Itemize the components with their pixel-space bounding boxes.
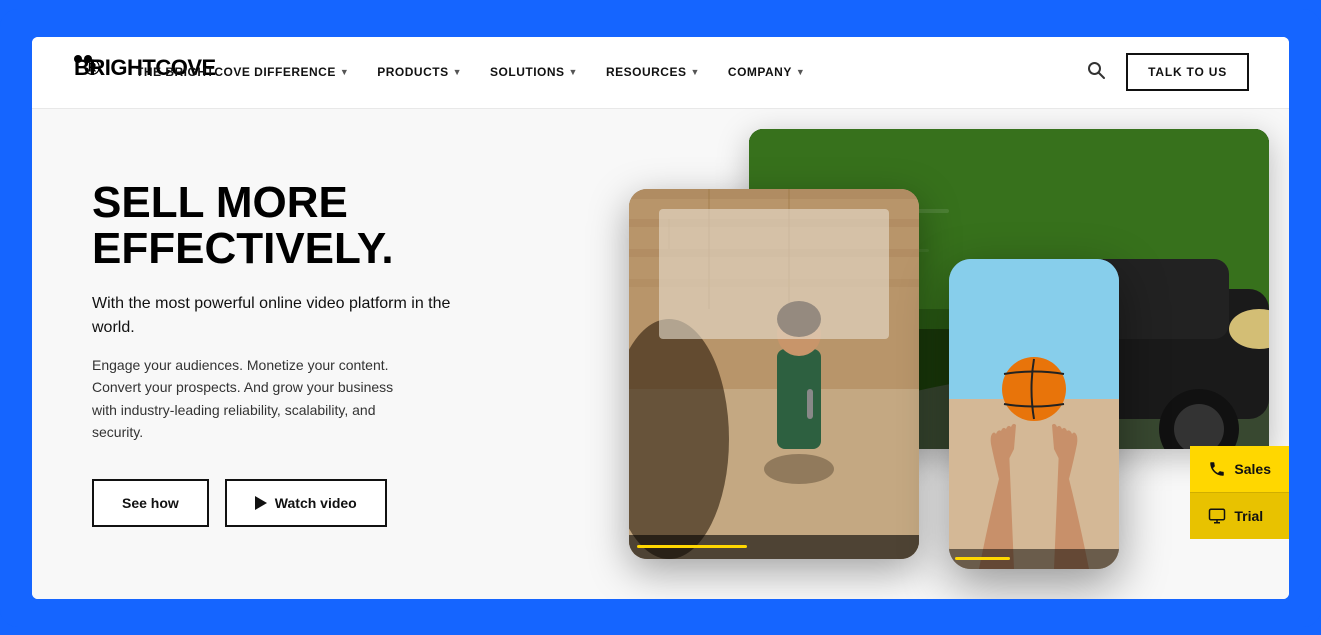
watch-video-button[interactable]: Watch video: [225, 479, 387, 527]
nav-links: THE BRIGHTCOVE DIFFERENCE ▼ PRODUCTS ▼ S…: [124, 57, 1082, 87]
nav-item-products[interactable]: PRODUCTS ▼: [365, 57, 474, 87]
hero-section: SELL MORE EFFECTIVELY. With the most pow…: [32, 109, 1289, 599]
phone-playbar: [949, 549, 1119, 569]
logo-trademark: ®: [84, 55, 92, 63]
nav-item-company[interactable]: COMPANY ▼: [716, 57, 817, 87]
hero-content: SELL MORE EFFECTIVELY. With the most pow…: [92, 180, 492, 528]
nav-item-resources[interactable]: RESOURCES ▼: [594, 57, 712, 87]
chevron-down-icon: ▼: [690, 67, 699, 77]
tablet-device: [629, 189, 919, 559]
monitor-icon: [1208, 507, 1226, 525]
chevron-down-icon: ▼: [453, 67, 462, 77]
floating-cta: Sales Trial: [1190, 446, 1289, 539]
hero-headline: SELL MORE EFFECTIVELY.: [92, 180, 492, 272]
tablet-content: [629, 189, 919, 559]
hero-buttons: See how Watch video: [92, 479, 492, 527]
navbar: BRIGHTCOVE® THE BRIGHTCOVE DIFFERENCE ▼ …: [32, 37, 1289, 109]
phone-screen: [949, 259, 1119, 569]
chevron-down-icon: ▼: [569, 67, 578, 77]
chevron-down-icon: ▼: [796, 67, 805, 77]
play-icon: [255, 496, 267, 510]
phone-progress: [955, 557, 1010, 560]
tablet-playbar: [629, 535, 919, 559]
search-button[interactable]: [1082, 56, 1110, 89]
hero-subtitle: With the most powerful online video plat…: [92, 292, 492, 340]
trial-float-button[interactable]: Trial: [1190, 492, 1289, 539]
nav-item-solutions[interactable]: SOLUTIONS ▼: [478, 57, 590, 87]
phone-content: [949, 259, 1119, 569]
hero-visuals: [529, 109, 1289, 599]
nav-right: TALK TO US: [1082, 53, 1249, 91]
sales-label: Sales: [1234, 461, 1271, 477]
nav-item-brightcove-difference[interactable]: THE BRIGHTCOVE DIFFERENCE ▼: [124, 57, 361, 87]
trial-label: Trial: [1234, 508, 1263, 524]
outer-frame: BRIGHTCOVE® THE BRIGHTCOVE DIFFERENCE ▼ …: [0, 9, 1321, 627]
logo-text: BRIGHTCOVE: [74, 55, 82, 63]
search-icon: [1086, 60, 1106, 80]
tablet-progress: [637, 545, 747, 548]
tablet-screen: [629, 189, 919, 559]
hero-body: Engage your audiences. Monetize your con…: [92, 354, 412, 444]
phone-device: [949, 259, 1119, 569]
chevron-down-icon: ▼: [340, 67, 349, 77]
site-wrapper: BRIGHTCOVE® THE BRIGHTCOVE DIFFERENCE ▼ …: [32, 37, 1289, 599]
talk-to-us-button[interactable]: TALK TO US: [1126, 53, 1249, 91]
logo[interactable]: BRIGHTCOVE®: [72, 55, 92, 89]
sales-float-button[interactable]: Sales: [1190, 446, 1289, 492]
see-how-button[interactable]: See how: [92, 479, 209, 527]
phone-icon: [1208, 460, 1226, 478]
